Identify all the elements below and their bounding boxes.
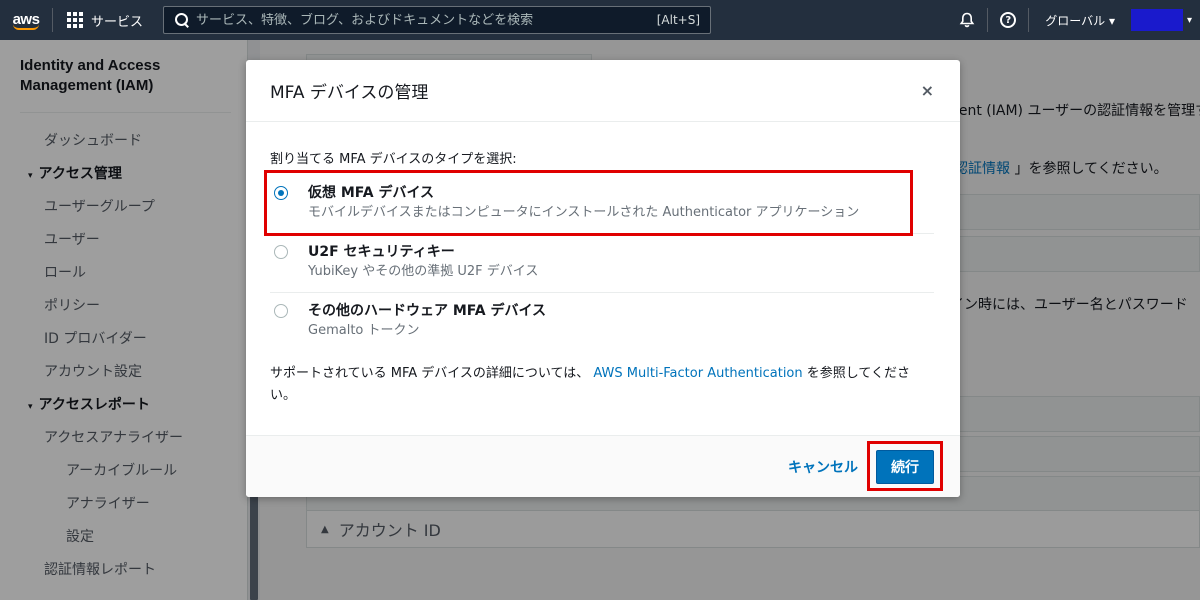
aws-logo[interactable]: aws [0, 0, 52, 40]
region-label: グローバル ▾ [1045, 13, 1115, 28]
option-title: 仮想 MFA デバイス [308, 185, 435, 201]
search-bar[interactable]: [Alt+S] [163, 6, 712, 34]
option-description: YubiKey やその他の準拠 U2F デバイス [308, 264, 539, 279]
close-icon[interactable]: × [921, 81, 934, 100]
option-u2f-security-key[interactable]: U2F セキュリティキー YubiKey やその他の準拠 U2F デバイス [270, 234, 934, 293]
top-navigation-bar: aws サービス [Alt+S] ? グローバル ▾ ▾ [0, 0, 1200, 40]
option-description: Gemalto トークン [308, 323, 420, 338]
dialog-footer: キャンセル 続行 [246, 435, 960, 497]
radio-other-hardware-mfa[interactable] [274, 304, 288, 318]
device-type-label: 割り当てる MFA デバイスのタイプを選択: [270, 152, 517, 167]
aws-mfa-docs-link[interactable]: AWS Multi-Factor Authentication [593, 366, 802, 381]
option-other-hardware-mfa[interactable]: その他のハードウェア MFA デバイス Gemalto トークン [270, 293, 934, 351]
dialog-body: 割り当てる MFA デバイスのタイプを選択: 仮想 MFA デバイス モバイルデ… [246, 122, 960, 407]
notification-bell-icon[interactable] [947, 0, 987, 40]
mfa-help-text: サポートされている MFA デバイスの詳細については、 AWS Multi-Fa… [270, 366, 910, 403]
cancel-button[interactable]: キャンセル [788, 457, 858, 477]
manage-mfa-device-dialog: MFA デバイスの管理 × 割り当てる MFA デバイスのタイプを選択: 仮想 … [246, 60, 960, 497]
dialog-title: MFA デバイスの管理 [270, 83, 429, 103]
nav-right-group: ? グローバル ▾ ▾ [947, 0, 1200, 40]
radio-virtual-mfa[interactable] [274, 186, 288, 200]
account-menu-redacted[interactable] [1130, 9, 1183, 31]
search-shortcut-hint: [Alt+S] [656, 13, 701, 27]
dialog-header: MFA デバイスの管理 × [246, 60, 960, 122]
option-description: モバイルデバイスまたはコンピュータにインストールされた Authenticato… [308, 205, 860, 220]
region-selector[interactable]: グローバル ▾ [1029, 0, 1131, 40]
services-label: サービス [91, 14, 144, 30]
option-title: U2F セキュリティキー [308, 244, 455, 260]
grid-icon [67, 12, 83, 28]
aws-smile-icon [13, 24, 39, 30]
search-input[interactable] [196, 12, 657, 28]
continue-button[interactable]: 続行 [876, 449, 934, 484]
account-caret-icon[interactable]: ▾ [1187, 15, 1192, 26]
option-virtual-mfa[interactable]: 仮想 MFA デバイス モバイルデバイスまたはコンピュータにインストールされた … [270, 175, 934, 234]
help-icon[interactable]: ? [988, 0, 1028, 40]
radio-u2f-security-key[interactable] [274, 245, 288, 259]
search-icon [174, 12, 190, 28]
option-title: その他のハードウェア MFA デバイス [308, 303, 547, 319]
services-menu-button[interactable]: サービス [53, 0, 157, 40]
